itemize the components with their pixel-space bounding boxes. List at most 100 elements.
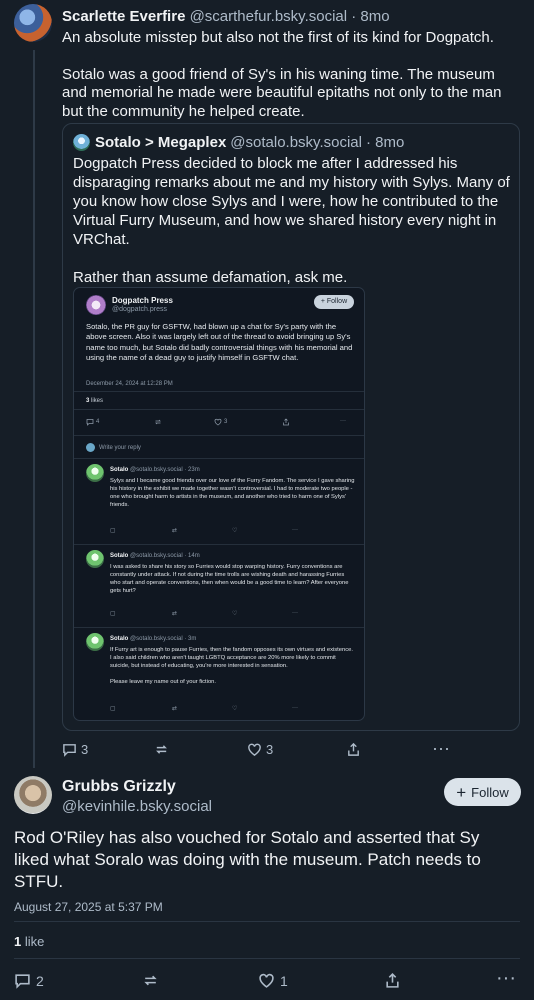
reply-icon-small: ▢ — [110, 706, 116, 712]
comment-header: Sotalo @sotalo.bsky.social · 23m — [110, 467, 200, 473]
heart-icon-small: ♡ — [232, 611, 238, 617]
share-button[interactable] — [384, 972, 406, 989]
thread-connector-line — [33, 50, 35, 768]
follow-label: Follow — [471, 784, 509, 800]
likes-label: like — [24, 934, 45, 949]
comment-action-bar: ▢ ⇄ ♡ ··· — [110, 705, 364, 715]
quoted-post-time: · 8mo — [365, 134, 405, 151]
repost-icon-small: ⇄ — [172, 706, 178, 712]
avatar — [86, 443, 95, 452]
screenshot-share-action — [282, 418, 292, 426]
avatar[interactable] — [14, 776, 52, 814]
author-handle[interactable]: @kevinhile.bsky.social — [62, 798, 212, 815]
like-button[interactable]: 1 — [258, 972, 288, 989]
post-date: August 27, 2025 at 5:37 PM — [14, 900, 163, 914]
like-button[interactable]: 3 — [247, 742, 273, 757]
screenshot-date: December 24, 2024 at 12:28 PM — [86, 381, 173, 387]
quoted-post-header: Sotalo > Megaplex @sotalo.bsky.social · … — [73, 134, 404, 151]
screenshot-reply-action: 4 — [86, 418, 99, 426]
post-paragraph: Sotalo was a good friend of Sy's in his … — [62, 65, 502, 120]
share-button[interactable] — [346, 742, 365, 757]
post-paragraph: An absolute misstep but also not the fir… — [62, 29, 494, 46]
comment-text: I was asked to share his story so Furrie… — [110, 564, 349, 594]
comment-text: If Furry art is enough to pause Furries,… — [110, 647, 353, 685]
screenshot-avatar — [86, 295, 106, 315]
main-action-bar: 2 1 ··· — [14, 967, 520, 992]
heart-icon — [248, 743, 261, 756]
reply-count: 3 — [81, 742, 89, 757]
author-name[interactable]: Grubbs Grizzly — [62, 778, 176, 796]
reply-icon-small: ▢ — [110, 611, 116, 617]
screenshot-more-action: ··· — [340, 418, 346, 424]
heart-icon-small: ♡ — [232, 706, 238, 712]
screenshot-reply-prompt: Write your reply — [86, 443, 141, 452]
reply-icon — [15, 974, 30, 989]
more-options-button[interactable]: ··· — [432, 738, 450, 759]
quoted-post-text: Dogpatch Press decided to block me after… — [73, 154, 513, 287]
post-time[interactable]: · 8mo — [351, 8, 389, 25]
reply-count: 2 — [36, 972, 44, 989]
screenshot-repost-action — [154, 418, 164, 426]
more-options-button[interactable]: ··· — [496, 967, 516, 990]
reply-icon — [86, 419, 94, 426]
comment-text: Sylys and I became good friends over our… — [110, 478, 355, 508]
comment-action-bar: ▢ ⇄ ♡ ··· — [110, 527, 364, 537]
comment-avatar — [86, 464, 104, 482]
screenshot-like-action: 3 — [214, 418, 227, 426]
share-icon — [386, 972, 399, 988]
divider — [14, 921, 520, 922]
divider — [74, 409, 364, 410]
repost-icon-small: ⇄ — [172, 528, 178, 534]
divider — [74, 435, 364, 436]
avatar[interactable] — [14, 4, 52, 42]
post-text: An absolute misstep but also not the fir… — [62, 29, 522, 121]
quoted-avatar — [73, 134, 90, 151]
comment-avatar — [86, 550, 104, 568]
repost-button[interactable] — [154, 742, 173, 757]
like-count: 3 — [266, 742, 274, 757]
quoted-paragraph: Rather than assume defamation, ask me. — [73, 269, 348, 286]
more-icon-small: ··· — [292, 610, 298, 616]
embedded-screenshot-image[interactable]: Dogpatch Press @dogpatch.press + Follow … — [73, 287, 365, 721]
follow-button[interactable]: + Follow — [444, 778, 521, 806]
author-name[interactable]: Scarlette Everfire — [62, 8, 185, 25]
screenshot-action-bar: 4 3 ··· — [86, 418, 346, 428]
screenshot-post-text: Sotalo, the PR guy for GSFTW, had blown … — [86, 322, 353, 363]
comment-header: Sotalo @sotalo.bsky.social · 14m — [110, 553, 200, 559]
more-icon-small: ··· — [292, 705, 298, 711]
likes-count: 1 — [14, 934, 22, 949]
likes-summary[interactable]: 1 like — [14, 934, 44, 949]
author-handle[interactable]: @scarthefur.bsky.social — [190, 8, 348, 25]
reply-icon-small: ▢ — [110, 528, 116, 534]
divider — [74, 544, 364, 545]
repost-icon — [144, 975, 157, 986]
screenshot-follow-button: + Follow — [314, 295, 354, 309]
divider — [74, 627, 364, 628]
repost-button[interactable] — [142, 972, 164, 989]
heart-icon — [259, 973, 274, 988]
post-text: Rod O'Riley has also vouched for Sotalo … — [14, 828, 481, 891]
divider — [14, 958, 520, 959]
screenshot-author-name: Dogpatch Press — [112, 296, 173, 305]
comment-action-bar: ▢ ⇄ ♡ ··· — [110, 610, 364, 620]
share-icon — [348, 742, 359, 756]
more-icon-small: ··· — [292, 527, 298, 533]
screenshot-likes: 3 likes — [86, 398, 104, 404]
comment-header: Sotalo @sotalo.bsky.social · 3m — [110, 636, 197, 642]
quoted-paragraph: Dogpatch Press decided to block me after… — [73, 155, 510, 248]
repost-icon-small: ⇄ — [172, 611, 178, 617]
share-icon — [283, 418, 289, 426]
reply-button[interactable]: 2 — [14, 972, 44, 989]
plus-icon: + — [456, 782, 467, 802]
comment-avatar — [86, 633, 104, 651]
divider — [74, 391, 364, 392]
repost-icon — [156, 745, 167, 754]
quoted-author-handle: @sotalo.bsky.social — [230, 134, 362, 151]
quoted-post[interactable]: Sotalo > Megaplex @sotalo.bsky.social · … — [62, 123, 520, 731]
screenshot-author-handle: @dogpatch.press — [112, 306, 167, 313]
heart-icon — [214, 418, 222, 426]
heart-icon-small: ♡ — [232, 528, 238, 534]
parent-action-bar: 3 3 ··· — [62, 738, 462, 760]
reply-button[interactable]: 3 — [62, 742, 88, 757]
divider — [74, 458, 364, 459]
